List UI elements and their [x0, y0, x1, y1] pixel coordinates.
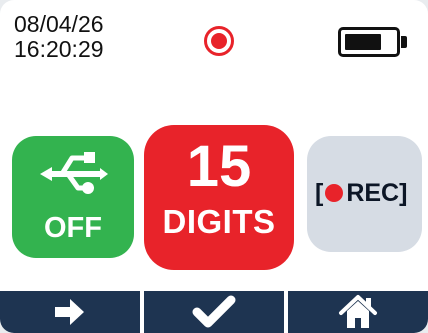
time-text: 16:20:29: [14, 36, 104, 62]
device-screen: 08/04/26 16:20:29 OFF 15 DIGITS [ REC]: [0, 0, 428, 333]
rec-open-bracket: [: [315, 178, 324, 207]
rec-label: [ REC]: [315, 177, 407, 209]
record-button[interactable]: [ REC]: [307, 136, 422, 252]
digits-count: 15: [186, 134, 252, 199]
usb-status-label: OFF: [44, 212, 102, 244]
home-button[interactable]: [288, 291, 428, 333]
battery-level-fill: [345, 34, 381, 50]
arrow-right-icon: [55, 299, 84, 325]
digits-button[interactable]: 15 DIGITS: [144, 125, 294, 270]
record-dot-icon: [325, 184, 344, 202]
next-button[interactable]: [0, 291, 140, 333]
record-indicator-icon: [204, 26, 234, 56]
battery-body: [338, 27, 400, 57]
battery-tip: [401, 36, 407, 48]
confirm-button[interactable]: [144, 291, 284, 333]
battery-icon: [338, 27, 410, 61]
date-text: 08/04/26: [14, 11, 104, 37]
usb-toggle-button[interactable]: OFF: [12, 136, 134, 258]
rec-text: REC]: [346, 178, 408, 207]
bottom-nav-bar: [0, 291, 428, 333]
checkmark-icon: [192, 295, 236, 328]
usb-icon: [40, 152, 108, 194]
digits-label: DIGITS: [162, 203, 276, 240]
home-icon: [339, 295, 377, 328]
date-time-display: 08/04/26 16:20:29: [14, 12, 104, 62]
